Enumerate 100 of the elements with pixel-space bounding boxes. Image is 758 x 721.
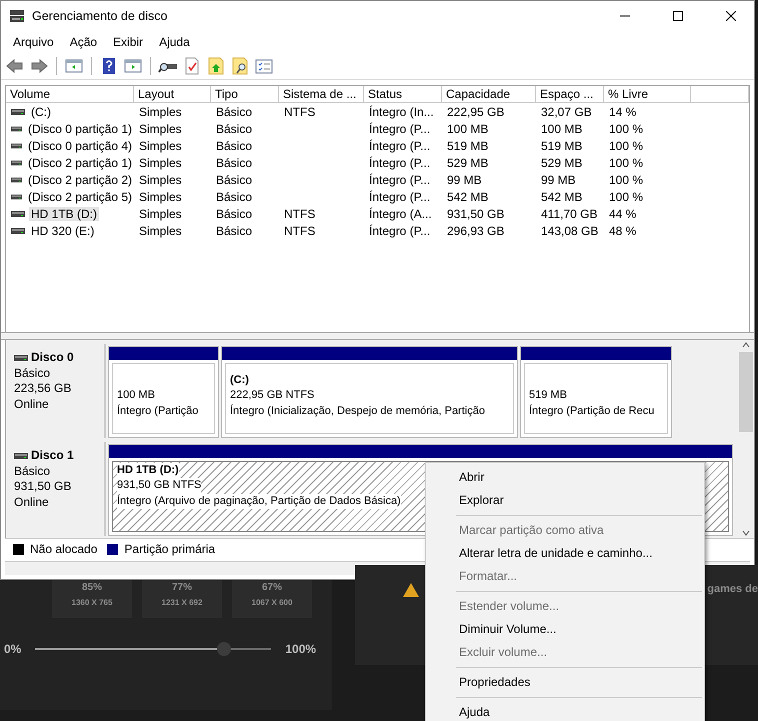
table-cell[interactable]: (C:)	[29, 104, 53, 118]
table-cell: Básico	[216, 206, 252, 220]
checklist-icon[interactable]	[254, 57, 274, 75]
partition-size: 519 MB	[529, 388, 567, 403]
scrollbar-thumb[interactable]	[739, 352, 753, 432]
table-cell: Simples	[139, 172, 182, 186]
slider-thumb[interactable]	[217, 642, 232, 656]
menu-item[interactable]: Arquivo	[5, 35, 62, 49]
table-cell: 100 %	[609, 138, 644, 152]
partition-status: Íntegro (Partição de Recu	[529, 404, 654, 418]
column-header[interactable]: Layout	[134, 86, 211, 103]
drive-icon	[11, 108, 25, 116]
partition-size: 222,95 GB NTFS	[230, 388, 314, 403]
context-menu-item[interactable]: Abrir	[426, 466, 704, 489]
table-cell: Íntegro (P...	[369, 172, 430, 186]
folder-search-icon[interactable]	[230, 57, 250, 75]
table-cell: Básico	[216, 122, 252, 136]
table-cell: 48 %	[609, 224, 636, 238]
partition-block[interactable]: 100 MB Íntegro (Partição	[108, 346, 219, 438]
resolution-tile[interactable]: 85% 1360 X 765	[52, 580, 132, 618]
disk-size: 931,50 GB	[14, 479, 72, 494]
scrollbar[interactable]	[738, 340, 754, 538]
table-cell[interactable]: (Disco 0 partição 4)	[26, 138, 134, 152]
menu-item[interactable]: Exibir	[105, 35, 152, 49]
partition-size: 100 MB	[117, 388, 155, 403]
table-cell: Simples	[139, 122, 182, 136]
column-header[interactable]: Status	[364, 86, 442, 103]
context-menu-item[interactable]: Propriedades	[426, 671, 704, 694]
legend-label: Partição primária	[124, 542, 216, 556]
table-cell: Básico	[216, 138, 252, 152]
partition-status: Íntegro (Inicialização, Despejo de memória, Partição	[230, 404, 485, 418]
table-cell: 931,50 GB	[447, 206, 504, 220]
table-cell: 32,07 GB	[541, 104, 592, 118]
column-header[interactable]: Sistema de ...	[279, 86, 364, 103]
table-cell: NTFS	[284, 206, 316, 220]
column-header[interactable]: Capacidade	[442, 86, 536, 103]
table-cell: 100 %	[609, 122, 644, 136]
table-cell: Básico	[216, 172, 252, 186]
context-menu-item[interactable]: Alterar letra de unidade e caminho...	[426, 542, 704, 565]
table-cell: 222,95 GB	[447, 104, 504, 118]
panel-icon[interactable]	[64, 57, 84, 75]
table-cell: 14 %	[609, 104, 636, 118]
table-cell: Básico	[216, 156, 252, 170]
menu-item[interactable]: Ajuda	[151, 35, 198, 49]
disk-name: Disco 1	[31, 448, 74, 464]
forward-arrow-icon[interactable]	[29, 57, 49, 75]
partition-title: (C:)	[230, 372, 249, 388]
table-cell: 100 %	[609, 156, 644, 170]
context-menu-item[interactable]: Explorar	[426, 489, 704, 512]
table-cell: 411,70 GB	[541, 206, 598, 220]
disk-type: Básico	[14, 366, 52, 381]
scroll-down-icon[interactable]	[742, 528, 750, 538]
partition-size: 931,50 GB NTFS	[117, 478, 202, 494]
partition-status: Íntegro (Partição	[117, 404, 198, 418]
context-menu-item[interactable]: Diminuir Volume...	[426, 618, 704, 641]
table-cell[interactable]: (Disco 2 partição 2)	[26, 172, 134, 186]
table-cell: Íntegro (P...	[369, 156, 430, 170]
table-cell[interactable]: (Disco 2 partição 1)	[26, 156, 134, 170]
back-arrow-icon[interactable]	[5, 57, 25, 75]
table-cell[interactable]: HD 320 (E:)	[29, 224, 96, 238]
column-header[interactable]: Tipo	[211, 86, 279, 103]
column-header[interactable]: Espaço ...	[536, 86, 604, 103]
table-cell: Simples	[139, 224, 182, 238]
partition-status: Íntegro (Arquivo de paginação, Partição de Dados Básica)	[117, 494, 401, 509]
resolution-tile[interactable]: 77% 1231 X 692	[142, 580, 222, 618]
window-title: Gerenciamento de disco	[32, 9, 168, 23]
table-cell: 99 MB	[541, 172, 576, 186]
table-cell: 296,93 GB	[447, 224, 504, 238]
resolution-tile[interactable]: 67% 1067 X 600	[232, 580, 312, 618]
table-cell: Básico	[216, 190, 252, 204]
table-cell: Básico	[216, 224, 252, 238]
table-cell: 529 MB	[541, 156, 582, 170]
slider-max-label: 100%	[285, 642, 316, 656]
table-cell: 100 MB	[447, 122, 488, 136]
scroll-up-icon[interactable]	[742, 340, 750, 350]
table-cell: Simples	[139, 206, 182, 220]
column-header[interactable]: Volume	[6, 86, 134, 103]
table-cell: 100 %	[609, 190, 644, 204]
table-cell: 143,08 GB	[541, 224, 598, 238]
menu-item[interactable]: Ação	[62, 35, 106, 49]
context-menu-item[interactable]: Ajuda	[426, 701, 704, 721]
table-cell: Simples	[139, 156, 182, 170]
disk-state: Online	[14, 396, 50, 412]
slider-min-label: 0%	[4, 642, 22, 656]
drive-icon	[11, 176, 22, 184]
partition-title: HD 1TB (D:)	[117, 462, 179, 478]
table-cell[interactable]: HD 1TB (D:)	[29, 206, 99, 220]
drive-icon	[11, 226, 25, 234]
table-cell: Simples	[139, 138, 182, 152]
table-cell[interactable]: (Disco 2 partição 5)	[26, 190, 134, 204]
panel-icon[interactable]	[123, 57, 143, 75]
table-cell: Íntegro (P...	[369, 190, 430, 204]
partition-block[interactable]: 519 MB Íntegro (Partição de Recu	[520, 346, 672, 438]
table-cell[interactable]: (Disco 0 partição 1)	[26, 122, 134, 136]
column-header[interactable]: % Livre	[604, 86, 691, 103]
warning-icon	[403, 583, 419, 597]
table-cell: 44 %	[609, 206, 636, 220]
partition-block[interactable]: (C:) 222,95 GB NTFS Íntegro (Inicialização, Despejo de memória, Partição	[221, 346, 518, 438]
table-cell: 542 MB	[447, 190, 488, 204]
table-cell: 519 MB	[447, 138, 488, 152]
